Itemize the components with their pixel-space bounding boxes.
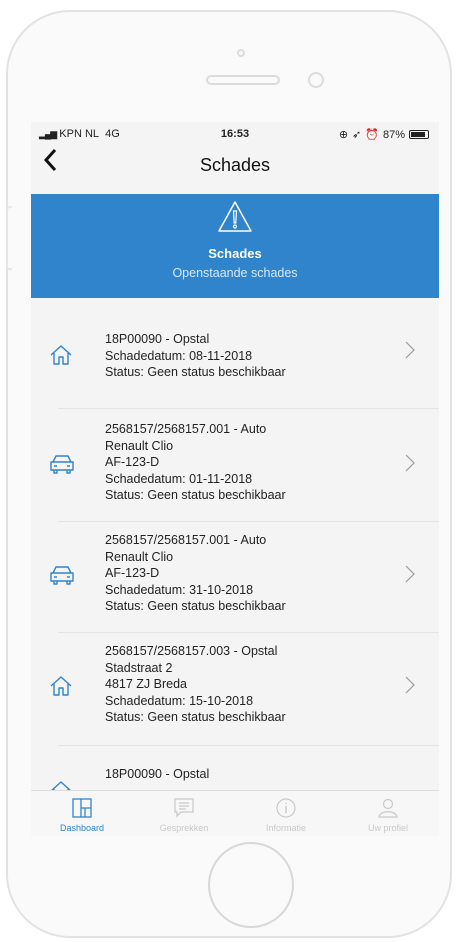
chevron-right-icon xyxy=(405,673,415,701)
car-icon xyxy=(50,566,74,585)
item-line: Schadedatum: 08-11-2018 xyxy=(105,348,253,363)
item-line: 2568157/2568157.001 - Auto xyxy=(105,422,267,436)
chevron-right-icon xyxy=(405,338,415,366)
list-item[interactable]: 18P00090 - Opstal xyxy=(31,746,439,801)
item-line: AF-123-D xyxy=(105,455,160,469)
item-line: Schadedatum: 15-10-2018 xyxy=(105,693,254,708)
item-line: Schadedatum: 31-10-2018 xyxy=(105,582,254,597)
item-line: Renault Clio xyxy=(105,549,174,564)
tab-profiel[interactable]: Uw profiel xyxy=(337,791,439,836)
dashboard-icon xyxy=(72,798,92,818)
item-line: Status: Geen status beschikbaar xyxy=(105,710,286,724)
item-text: 18P00090 - Opstal xyxy=(105,766,209,783)
tab-gesprekken[interactable]: Gesprekken xyxy=(133,791,235,836)
tab-informatie[interactable]: Informatie xyxy=(235,791,337,836)
battery-icon xyxy=(409,130,429,139)
tab-label: Dashboard xyxy=(59,823,105,833)
alarm-icon: ⏰ xyxy=(365,129,379,141)
banner-subtitle: Openstaande schades xyxy=(172,266,298,280)
tab-dashboard[interactable]: Dashboard xyxy=(31,791,133,836)
tab-label: Uw profiel xyxy=(367,823,408,833)
item-line: Status: Geen status beschikbaar xyxy=(105,365,286,379)
car-icon xyxy=(50,455,74,474)
item-line: 2568157/2568157.001 - Auto xyxy=(105,533,267,547)
home-button[interactable] xyxy=(208,842,294,928)
battery-percent: 87% xyxy=(382,128,405,141)
camera-icon xyxy=(237,49,245,57)
banner-title: Schades xyxy=(208,246,262,261)
item-text: 2568157/2568157.001 - Auto Renault Clio … xyxy=(105,532,286,615)
header-banner: Schades Openstaande schades xyxy=(31,194,439,298)
navigation-bar: Schades xyxy=(31,146,439,186)
info-icon xyxy=(276,798,296,818)
house-icon xyxy=(50,676,72,696)
tab-label: Gesprekken xyxy=(159,823,209,833)
list-item[interactable]: 18P00090 - Opstal Schadedatum: 08-11-201… xyxy=(31,302,439,408)
item-text: 2568157/2568157.001 - Auto Renault Clio … xyxy=(105,421,286,504)
lock-rotation-icon: ⊕ xyxy=(338,129,349,141)
status-icons: ⊕ ➶ ⏰ 87% xyxy=(339,128,429,141)
item-line: Status: Geen status beschikbaar xyxy=(105,599,286,613)
house-icon xyxy=(50,345,72,365)
page-title: Schades xyxy=(199,155,271,175)
tab-bar: Dashboard Gesprekken Informatie Uw profi… xyxy=(31,790,439,836)
chat-icon xyxy=(174,798,194,818)
item-line: Renault Clio xyxy=(105,438,174,453)
app-screen: ▂▄▆ KPN NL 4G 16:53 ⊕ ➶ ⏰ 87% Schades Sc… xyxy=(31,122,439,836)
list-item[interactable]: 2568157/2568157.001 - Auto Renault Clio … xyxy=(31,522,439,632)
warning-triangle-icon xyxy=(218,201,252,232)
location-icon: ➶ xyxy=(352,129,362,141)
list-item[interactable]: 2568157/2568157.003 - Opstal Stadstraat … xyxy=(31,633,439,745)
sensor-icon xyxy=(308,72,324,88)
tab-label: Informatie xyxy=(265,823,307,833)
list-item[interactable]: 2568157/2568157.001 - Auto Renault Clio … xyxy=(31,409,439,521)
item-text: 18P00090 - Opstal Schadedatum: 08-11-201… xyxy=(105,331,286,381)
speaker-grille xyxy=(206,75,280,85)
item-line: 18P00090 - Opstal xyxy=(105,332,210,346)
item-line: 18P00090 - Opstal xyxy=(105,767,210,781)
item-line: Status: Geen status beschikbaar xyxy=(105,488,286,502)
chevron-right-icon xyxy=(405,562,415,590)
item-line: Schadedatum: 01-11-2018 xyxy=(105,471,253,486)
profile-icon xyxy=(378,798,398,818)
item-text: 2568157/2568157.003 - Opstal Stadstraat … xyxy=(105,643,286,726)
side-button xyxy=(6,206,12,270)
item-line: 2568157/2568157.003 - Opstal xyxy=(105,644,278,658)
item-line: AF-123-D xyxy=(105,566,160,580)
item-line: 4817 ZJ Breda xyxy=(105,677,187,691)
item-line: Stadstraat 2 xyxy=(105,660,173,675)
status-bar: ▂▄▆ KPN NL 4G 16:53 ⊕ ➶ ⏰ 87% xyxy=(31,122,439,144)
chevron-right-icon xyxy=(405,451,415,479)
